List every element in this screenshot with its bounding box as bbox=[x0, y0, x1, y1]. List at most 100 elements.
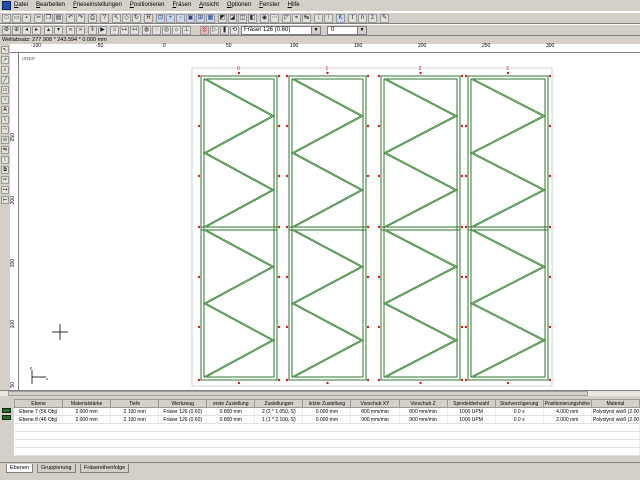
mill-position-icon[interactable]: ⊕ bbox=[12, 26, 21, 35]
cell[interactable]: 1 (1 * 2.100, S) bbox=[254, 415, 304, 424]
tool-select[interactable]: Fräser 126 (0.60) ▼ bbox=[241, 26, 321, 35]
pointer-icon[interactable]: ↖ bbox=[112, 14, 121, 23]
zoom-page-icon[interactable]: ▦ bbox=[206, 14, 215, 23]
array-tool-icon[interactable]: ⁞ bbox=[1, 156, 9, 164]
col-header[interactable]: Materialstärke bbox=[62, 399, 112, 408]
menu-optionen[interactable]: Optionen bbox=[227, 2, 251, 9]
mirror-tool-icon[interactable]: ⇋ bbox=[1, 146, 9, 154]
tool-z-icon[interactable]: z bbox=[368, 14, 377, 23]
refresh-icon[interactable]: R bbox=[144, 14, 153, 23]
col-header[interactable]: Zustellungen bbox=[254, 399, 304, 408]
pause-icon[interactable]: ‖ bbox=[88, 26, 97, 35]
arc-tool-icon[interactable]: ◠ bbox=[1, 126, 9, 134]
print-icon[interactable]: ⎙ bbox=[88, 14, 97, 23]
menu-datei[interactable]: Datei bbox=[14, 2, 28, 9]
layer-color-swatch[interactable] bbox=[2, 408, 11, 413]
next-icon[interactable]: » bbox=[76, 26, 85, 35]
cell[interactable]: 900 mm/min bbox=[399, 415, 448, 424]
cell[interactable]: 4.000 mm bbox=[543, 407, 592, 416]
layer-name[interactable]: Ebene 8 (46 Obj) bbox=[14, 415, 64, 424]
col-header[interactable]: Positionierungshöhe bbox=[542, 399, 592, 408]
menu-fraesen[interactable]: Fräsen bbox=[172, 2, 191, 9]
stop-icon[interactable]: ⦸ bbox=[200, 26, 209, 35]
arrow-down-icon[interactable]: ↓ bbox=[314, 14, 323, 23]
ref-icon[interactable]: ↤ bbox=[130, 26, 139, 35]
table-row[interactable]: Ebene 8 (46 Obj) 2.000 mm 2.100 mm Fräse… bbox=[14, 415, 640, 424]
menu-hilfe[interactable]: Hilfe bbox=[288, 2, 300, 9]
cell[interactable]: 2.000 mm bbox=[62, 407, 112, 416]
rotate-icon[interactable]: ↻ bbox=[132, 14, 141, 23]
col-header[interactable]: Startverzögerung bbox=[494, 399, 544, 408]
tab-ebenen[interactable]: Ebenen bbox=[6, 464, 33, 473]
cell[interactable]: 800 mm/min bbox=[399, 407, 448, 416]
measure-tool-icon[interactable]: ⊢ bbox=[1, 196, 9, 204]
col-header[interactable]: Tiefe bbox=[110, 399, 160, 408]
home-icon[interactable]: ⌂ bbox=[110, 26, 119, 35]
drawing-svg[interactable]: ursprr 0 1 2 3 y x bbox=[19, 53, 640, 390]
layer-name[interactable]: Ebene 7 (56 Obj) bbox=[14, 407, 64, 416]
node-edit-icon[interactable]: ◇ bbox=[122, 14, 131, 23]
open-file-icon[interactable]: ▭ bbox=[12, 14, 21, 23]
undo-icon[interactable]: ↶ bbox=[66, 14, 75, 23]
coolant-icon[interactable]: ◌ bbox=[152, 26, 161, 35]
col-header[interactable]: Ebene bbox=[13, 399, 64, 408]
move-right-icon[interactable]: ▸ bbox=[32, 26, 41, 35]
col-header[interactable]: Vorschub Z bbox=[398, 399, 448, 408]
zoom-fit-icon[interactable]: ⊡ bbox=[156, 14, 165, 23]
info-icon[interactable]: ? bbox=[100, 14, 109, 23]
cell[interactable]: 2.100 mm bbox=[110, 407, 160, 416]
vacuum-icon[interactable]: ◎ bbox=[162, 26, 171, 35]
app-icon[interactable] bbox=[2, 1, 11, 10]
menu-frieseinstellungen[interactable]: Frieseinstellungen bbox=[73, 2, 122, 9]
mill-pause-icon[interactable]: ❚ bbox=[220, 26, 229, 35]
play-icon[interactable]: ▶ bbox=[98, 26, 107, 35]
counter-field[interactable]: 0 ▼ bbox=[327, 26, 367, 35]
join-tool-icon[interactable]: ⊶ bbox=[1, 186, 9, 194]
cell[interactable]: 2 (2 * 1.050, S) bbox=[254, 407, 304, 416]
cell[interactable]: Fräser 126 (0.60) bbox=[158, 415, 208, 424]
col-header[interactable]: Material bbox=[590, 399, 640, 408]
move-left-icon[interactable]: ◂ bbox=[22, 26, 31, 35]
move-down-icon[interactable]: ▾ bbox=[54, 26, 63, 35]
mill-start-icon[interactable]: ▷ bbox=[210, 26, 219, 35]
zoom-window-icon[interactable]: ▣ bbox=[186, 14, 195, 23]
text-tool-icon[interactable]: A bbox=[1, 106, 9, 114]
snap-icon[interactable]: ⌖ bbox=[292, 14, 301, 23]
layer-color-swatch[interactable] bbox=[2, 415, 11, 420]
col-header[interactable]: erste Zustellung bbox=[206, 399, 256, 408]
offset-tool-icon[interactable]: ⧉ bbox=[1, 166, 9, 174]
move-up-icon[interactable]: ▴ bbox=[44, 26, 53, 35]
copy-icon[interactable]: ❐ bbox=[44, 14, 53, 23]
cell[interactable]: 2.100 mm bbox=[110, 415, 160, 424]
view-front-icon[interactable]: ◧ bbox=[248, 14, 257, 23]
cell[interactable]: 2.000 mm bbox=[543, 415, 592, 424]
step-icon[interactable]: ↦ bbox=[120, 26, 129, 35]
trim-tool-icon[interactable]: ✂ bbox=[1, 176, 9, 184]
menu-fenster[interactable]: Fenster bbox=[259, 2, 279, 9]
cut-icon[interactable]: ✂ bbox=[34, 14, 43, 23]
select-tool-icon[interactable]: ↖ bbox=[1, 46, 9, 54]
zoom-all-icon[interactable]: ⊞ bbox=[196, 14, 205, 23]
chevron-down-icon[interactable]: ▼ bbox=[357, 27, 366, 34]
zoom-out-icon[interactable]: − bbox=[176, 14, 185, 23]
menu-ansicht[interactable]: Ansicht bbox=[199, 2, 219, 9]
probe-icon[interactable]: ⊥ bbox=[182, 26, 191, 35]
cell[interactable]: 0.800 mm bbox=[206, 407, 256, 416]
dimension-icon[interactable]: ↹ bbox=[302, 14, 311, 23]
menu-bearbeiten[interactable]: Bearbeiten bbox=[36, 2, 65, 9]
chevron-down-icon[interactable]: ▼ bbox=[311, 27, 320, 34]
tool-nr-icon[interactable]: n bbox=[358, 14, 367, 23]
table-row[interactable]: Ebene 7 (56 Obj) 2.000 mm 2.100 mm Fräse… bbox=[14, 407, 640, 416]
spindle-icon[interactable]: ◍ bbox=[142, 26, 151, 35]
menu-positionieren[interactable]: Positionieren bbox=[130, 2, 165, 9]
cell[interactable]: 0.0 s bbox=[495, 415, 544, 424]
drawing-canvas[interactable]: ursprr 0 1 2 3 y x bbox=[19, 53, 640, 390]
paste-icon[interactable]: ▤ bbox=[54, 14, 63, 23]
tab-gruppierung[interactable]: Gruppierung bbox=[37, 464, 76, 473]
cell[interactable]: 1000 UPM bbox=[447, 407, 496, 416]
zoom-in-icon[interactable]: + bbox=[166, 14, 175, 23]
cell[interactable]: 0.000 mm bbox=[302, 415, 352, 424]
light-icon[interactable]: ☼ bbox=[172, 26, 181, 35]
col-header[interactable]: Spindeldrehzahl bbox=[446, 399, 496, 408]
show-hide-icon[interactable]: ◉ bbox=[260, 14, 269, 23]
